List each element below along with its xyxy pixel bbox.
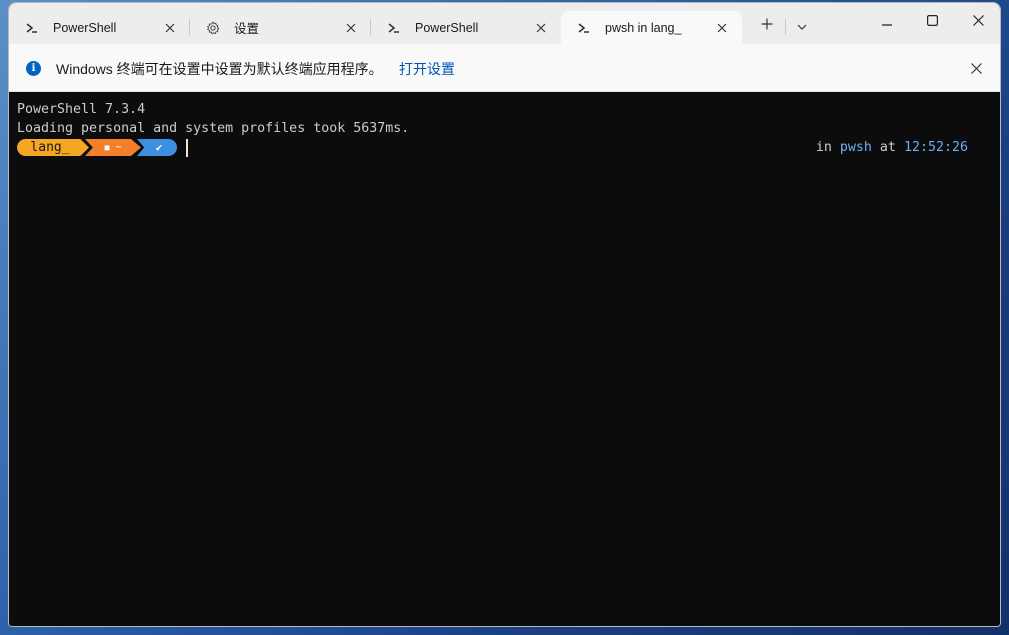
rprompt-in: in xyxy=(815,140,832,155)
close-window-button[interactable] xyxy=(955,3,1000,41)
tab-label: 设置 xyxy=(234,22,260,36)
prompt-segment-label: lang_ xyxy=(30,140,70,155)
tab-label: pwsh in lang_ xyxy=(605,20,682,35)
close-icon[interactable] xyxy=(343,20,359,36)
info-bar: i Windows 终端可在设置中设置为默认终端应用程序。 打开设置 xyxy=(9,44,1000,92)
gear-icon xyxy=(206,20,220,35)
title-bar: PowerShell 设置 PowerShell pwsh in lang_ xyxy=(9,3,1000,44)
close-icon[interactable] xyxy=(533,20,549,36)
info-icon: i xyxy=(26,61,41,76)
right-prompt: in pwsh at 12:52:26 xyxy=(816,138,968,157)
prompt-segment-status: ✔ xyxy=(137,139,177,156)
output-line: Loading personal and system profiles too… xyxy=(17,121,410,136)
powershell-icon xyxy=(577,21,591,35)
divider xyxy=(785,19,786,35)
rprompt-shell: pwsh xyxy=(839,140,872,155)
check-icon: ✔ xyxy=(155,141,163,154)
plus-icon xyxy=(761,17,773,35)
rprompt-at: at xyxy=(879,140,896,155)
tab-label: PowerShell xyxy=(53,20,117,35)
close-icon[interactable] xyxy=(162,20,178,36)
terminal-pane[interactable]: PowerShell 7.3.4 Loading personal and sy… xyxy=(9,92,1000,626)
folder-icon: ■ xyxy=(104,143,110,152)
prompt-segment-path: ■ ~ xyxy=(85,139,141,156)
output-line: PowerShell 7.3.4 xyxy=(17,102,146,117)
tab-powershell-1[interactable]: PowerShell xyxy=(9,11,190,44)
close-icon[interactable] xyxy=(714,20,730,36)
tab-label: PowerShell xyxy=(415,20,479,35)
tab-powershell-2[interactable]: PowerShell xyxy=(371,11,561,44)
text-cursor xyxy=(186,138,188,157)
tab-dropdown-button[interactable] xyxy=(787,11,817,41)
terminal-window: PowerShell 设置 PowerShell pwsh in lang_ i… xyxy=(8,2,1001,627)
chevron-down-icon xyxy=(797,17,807,35)
tab-pwsh-active[interactable]: pwsh in lang_ xyxy=(561,11,742,44)
maximize-button[interactable] xyxy=(909,3,955,41)
close-icon xyxy=(972,13,984,31)
minimize-icon xyxy=(882,13,892,31)
tab-settings[interactable]: 设置 xyxy=(190,11,371,44)
maximize-icon xyxy=(926,13,938,31)
powershell-icon xyxy=(387,21,401,35)
close-icon[interactable] xyxy=(968,60,984,76)
prompt: lang_ ■ ~ ✔ xyxy=(17,138,188,157)
minimize-button[interactable] xyxy=(864,3,910,41)
open-settings-link[interactable]: 打开设置 xyxy=(399,59,455,79)
prompt-segment-user: lang_ xyxy=(17,139,89,156)
home-path: ~ xyxy=(115,142,122,153)
powershell-icon xyxy=(25,21,39,35)
info-message: Windows 终端可在设置中设置为默认终端应用程序。 xyxy=(56,61,383,77)
rprompt-time: 12:52:26 xyxy=(903,140,968,155)
new-tab-button[interactable] xyxy=(752,11,782,41)
